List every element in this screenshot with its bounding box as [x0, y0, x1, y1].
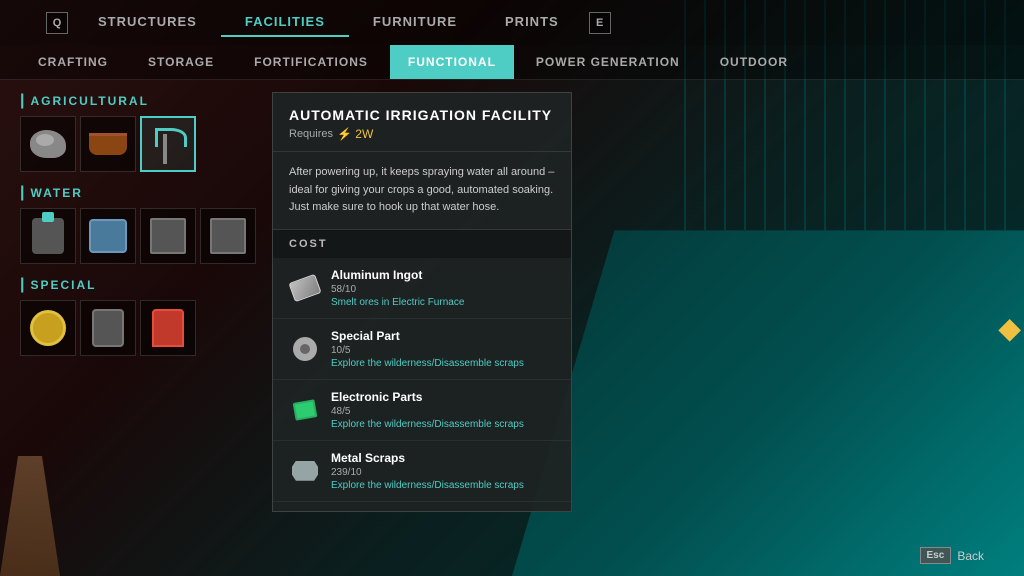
arcade-icon — [152, 309, 184, 347]
item-slot-irrigation[interactable] — [140, 116, 196, 172]
category-special: SPECIAL — [20, 276, 256, 356]
sub-nav: CRAFTING STORAGE FORTIFICATIONS FUNCTION… — [0, 45, 1024, 80]
tab-structures[interactable]: STRUCTURES — [74, 8, 221, 37]
tank-icon — [89, 219, 127, 253]
cost-name-special-part: Special Part — [331, 329, 555, 343]
category-label-water: WATER — [20, 184, 256, 202]
detail-header: AUTOMATIC IRRIGATION FACILITY Requires ⚡… — [273, 93, 571, 152]
cost-name-electronic: Electronic Parts — [331, 390, 555, 404]
item-slot-rock[interactable] — [20, 116, 76, 172]
cost-hint-metal-scraps: Explore the wilderness/Disassemble scrap… — [331, 480, 555, 491]
category-label-agricultural: AGRICULTURAL — [20, 92, 256, 110]
item-slot-container2[interactable] — [200, 208, 256, 264]
cost-icon-metal-scraps — [289, 455, 321, 487]
detail-title: AUTOMATIC IRRIGATION FACILITY — [289, 107, 555, 123]
cost-name-aluminum: Aluminum Ingot — [331, 268, 555, 282]
container-icon — [150, 218, 186, 254]
cost-amount-aluminum: 58/10 — [331, 284, 555, 295]
esc-key[interactable]: Esc — [920, 547, 952, 564]
scrap-icon — [292, 461, 318, 481]
cost-item-metal-scraps: Metal Scraps 239/10 Explore the wilderne… — [273, 441, 571, 502]
cost-hint-aluminum: Smelt ores in Electric Furnace — [331, 297, 555, 308]
cost-info-metal-scraps: Metal Scraps 239/10 Explore the wilderne… — [331, 451, 555, 491]
detail-panel: AUTOMATIC IRRIGATION FACILITY Requires ⚡… — [272, 92, 572, 512]
category-label-special: SPECIAL — [20, 276, 256, 294]
requires-label: Requires — [289, 128, 333, 140]
electronic-icon — [293, 399, 318, 421]
content-area: AGRICULTURAL WATER — [0, 80, 1024, 576]
subtab-functional[interactable]: FUNCTIONAL — [390, 45, 514, 79]
cost-icon-special-part — [289, 333, 321, 365]
subtab-outdoor[interactable]: OUTDOOR — [702, 45, 806, 79]
cost-amount-special-part: 10/5 — [331, 345, 555, 356]
category-water: WATER — [20, 184, 256, 264]
item-slot-trough[interactable] — [80, 116, 136, 172]
detail-description: After powering up, it keeps spraying wat… — [273, 152, 571, 230]
container2-icon — [210, 218, 246, 254]
item-slot-container[interactable] — [140, 208, 196, 264]
cost-info-special-part: Special Part 10/5 Explore the wilderness… — [331, 329, 555, 369]
cost-icon-electronic — [289, 394, 321, 426]
trough-icon — [89, 133, 127, 155]
cost-list: Aluminum Ingot 58/10 Smelt ores in Elect… — [273, 258, 571, 511]
cost-name-metal-scraps: Metal Scraps — [331, 451, 555, 465]
water-items-row — [20, 208, 256, 264]
top-nav: Q STRUCTURES FACILITIES FURNITURE PRINTS… — [0, 0, 1024, 45]
item-slot-pump[interactable] — [20, 208, 76, 264]
subtab-storage[interactable]: STORAGE — [130, 45, 232, 79]
category-agricultural: AGRICULTURAL — [20, 92, 256, 172]
item-slot-machine-g[interactable] — [80, 300, 136, 356]
power-icon: ⚡ 2W — [337, 127, 373, 141]
right-nav-key[interactable]: E — [589, 12, 611, 34]
subtab-power-generation[interactable]: POWER GENERATION — [518, 45, 698, 79]
irrigation-icon — [151, 124, 185, 164]
tab-prints[interactable]: PRINTS — [481, 8, 583, 37]
machine-y-icon — [30, 310, 66, 346]
detail-requires: Requires ⚡ 2W — [289, 127, 555, 141]
cost-hint-electronic: Explore the wilderness/Disassemble scrap… — [331, 419, 555, 430]
ingot-icon — [288, 274, 321, 302]
cost-header: COST — [273, 230, 571, 258]
pump-icon — [32, 218, 64, 254]
cost-item-electronic: Electronic Parts 48/5 Explore the wilder… — [273, 380, 571, 441]
agricultural-items-row — [20, 116, 256, 172]
item-slot-tank[interactable] — [80, 208, 136, 264]
cost-amount-electronic: 48/5 — [331, 406, 555, 417]
part-icon — [293, 337, 317, 361]
tab-facilities[interactable]: FACILITIES — [221, 8, 349, 37]
esc-back-area: Esc Back — [920, 547, 984, 564]
left-nav-key[interactable]: Q — [46, 12, 68, 34]
item-slot-arcade[interactable] — [140, 300, 196, 356]
cost-amount-metal-scraps: 239/10 — [331, 467, 555, 478]
tab-furniture[interactable]: FURNITURE — [349, 8, 481, 37]
diamond-hint-icon — [998, 319, 1021, 342]
machine-g-icon — [92, 309, 124, 347]
cost-icon-aluminum — [289, 272, 321, 304]
left-panel: AGRICULTURAL WATER — [20, 92, 256, 564]
back-label: Back — [957, 549, 984, 563]
rock-icon — [30, 130, 66, 158]
item-slot-machine-y[interactable] — [20, 300, 76, 356]
cost-info-aluminum: Aluminum Ingot 58/10 Smelt ores in Elect… — [331, 268, 555, 308]
cost-hint-special-part: Explore the wilderness/Disassemble scrap… — [331, 358, 555, 369]
subtab-crafting[interactable]: CRAFTING — [20, 45, 126, 79]
special-items-row — [20, 300, 256, 356]
cost-item-aluminum: Aluminum Ingot 58/10 Smelt ores in Elect… — [273, 258, 571, 319]
subtab-fortifications[interactable]: FORTIFICATIONS — [236, 45, 386, 79]
cost-info-electronic: Electronic Parts 48/5 Explore the wilder… — [331, 390, 555, 430]
cost-item-special-part: Special Part 10/5 Explore the wilderness… — [273, 319, 571, 380]
